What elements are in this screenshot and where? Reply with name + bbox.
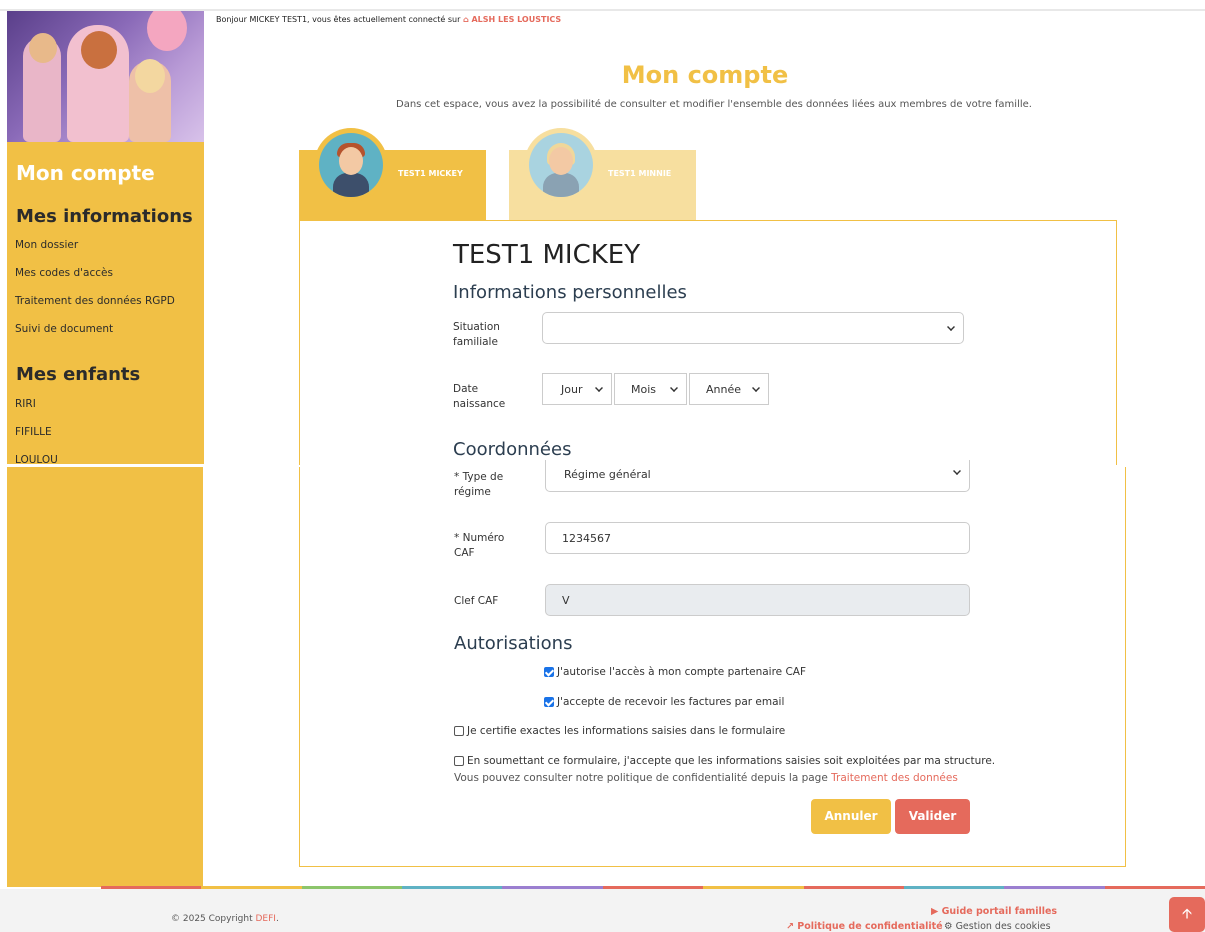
brand-link[interactable]: DEFI: [255, 914, 275, 924]
external-link-icon: ↗: [786, 921, 794, 932]
sidebar-item-child-fifille[interactable]: FIFILLE: [15, 426, 52, 438]
play-icon: ▶: [931, 906, 939, 917]
sidebar-item-rgpd[interactable]: Traitement des données RGPD: [15, 295, 175, 307]
site-link[interactable]: ⌂ ALSH LES LOUSTICS: [463, 15, 561, 24]
submit-button[interactable]: Valider: [895, 799, 970, 834]
guide-link[interactable]: ▶ Guide portail familles: [931, 906, 1057, 917]
page-subtitle: Dans cet espace, vous avez la possibilit…: [396, 99, 1032, 110]
chevron-down-icon: [947, 323, 955, 331]
caf-key-label: Clef CAF: [454, 595, 499, 607]
auth-email-checkbox[interactable]: J'accepte de recevoir les factures par e…: [544, 696, 784, 708]
chevron-down-icon: [670, 384, 678, 392]
gears-icon: ⚙: [944, 921, 953, 932]
chevron-down-icon: [595, 384, 603, 392]
home-icon: ⌂: [462, 15, 469, 24]
sidebar-item-codes-acces[interactable]: Mes codes d'accès: [15, 267, 113, 279]
sidebar-item-mon-dossier[interactable]: Mon dossier: [15, 239, 78, 251]
birth-month-select[interactable]: Mois: [614, 373, 687, 405]
cancel-button[interactable]: Annuler: [811, 799, 891, 834]
privacy-link[interactable]: Traitement des données: [831, 772, 958, 784]
sidebar-section-children: Mes enfants: [16, 364, 141, 385]
sidebar-continued: [7, 467, 203, 887]
caf-number-label: * Numéro CAF: [454, 532, 505, 559]
birth-day-select[interactable]: Jour: [542, 373, 612, 405]
checkbox-icon: [454, 756, 464, 766]
copyright: © 2025 Copyright DEFI.: [171, 914, 279, 924]
sidebar-item-suivi-document[interactable]: Suivi de document: [15, 323, 113, 335]
tab-test1-minnie[interactable]: TEST1 MINNIE: [509, 128, 696, 220]
regime-label: * Type de régime: [454, 471, 504, 498]
avatar: [529, 133, 593, 197]
person-name: TEST1 MICKEY: [453, 240, 641, 270]
welcome-text: Bonjour MICKEY TEST1, vous êtes actuelle…: [216, 15, 461, 24]
privacy-note: Vous pouvez consulter notre politique de…: [454, 772, 958, 784]
page-title: Mon compte: [621, 61, 789, 89]
sidebar-section-info: Mes informations: [16, 206, 193, 227]
checkbox-checked-icon: [544, 667, 554, 677]
chevron-down-icon: [953, 467, 961, 475]
tab-label: TEST1 MICKEY: [398, 169, 463, 178]
sidebar-title: Mon compte: [16, 161, 155, 185]
scroll-to-top-button[interactable]: 🡩: [1169, 897, 1205, 932]
caf-number-input[interactable]: 1234567: [545, 522, 970, 554]
birth-date-label: Date naissance: [453, 383, 506, 410]
welcome-bar: Bonjour MICKEY TEST1, vous êtes actuelle…: [216, 15, 561, 24]
chevron-down-icon: [752, 384, 760, 392]
auth-caf-checkbox[interactable]: J'autorise l'accès à mon compte partenai…: [544, 666, 806, 678]
avatar: [319, 133, 383, 197]
checkbox-checked-icon: [544, 697, 554, 707]
consent-checkbox[interactable]: En soumettant ce formulaire, j'accepte q…: [454, 755, 995, 767]
policy-link[interactable]: ↗ Politique de confidentialité: [786, 921, 943, 932]
certify-checkbox[interactable]: Je certifie exactes les informations sai…: [454, 725, 785, 737]
sidebar-item-child-loulou[interactable]: LOULOU: [15, 454, 58, 464]
regime-select[interactable]: Régime général: [545, 460, 970, 492]
site-name: ALSH LES LOUSTICS: [471, 15, 562, 24]
tab-test1-mickey[interactable]: TEST1 MICKEY: [299, 128, 486, 220]
situation-select[interactable]: [542, 312, 964, 344]
section-personal-info: Informations personnelles: [453, 282, 687, 303]
arrow-up-icon: 🡩: [1181, 906, 1193, 922]
birth-year-select[interactable]: Année: [689, 373, 769, 405]
sidebar-item-child-riri[interactable]: RIRI: [15, 398, 36, 410]
caf-key-input: V: [545, 584, 970, 616]
section-authorizations: Autorisations: [454, 633, 573, 654]
tab-label: TEST1 MINNIE: [608, 169, 672, 178]
checkbox-icon: [454, 726, 464, 736]
cookies-link[interactable]: ⚙ Gestion des cookies: [944, 921, 1051, 932]
situation-label: Situation familiale: [453, 321, 500, 348]
